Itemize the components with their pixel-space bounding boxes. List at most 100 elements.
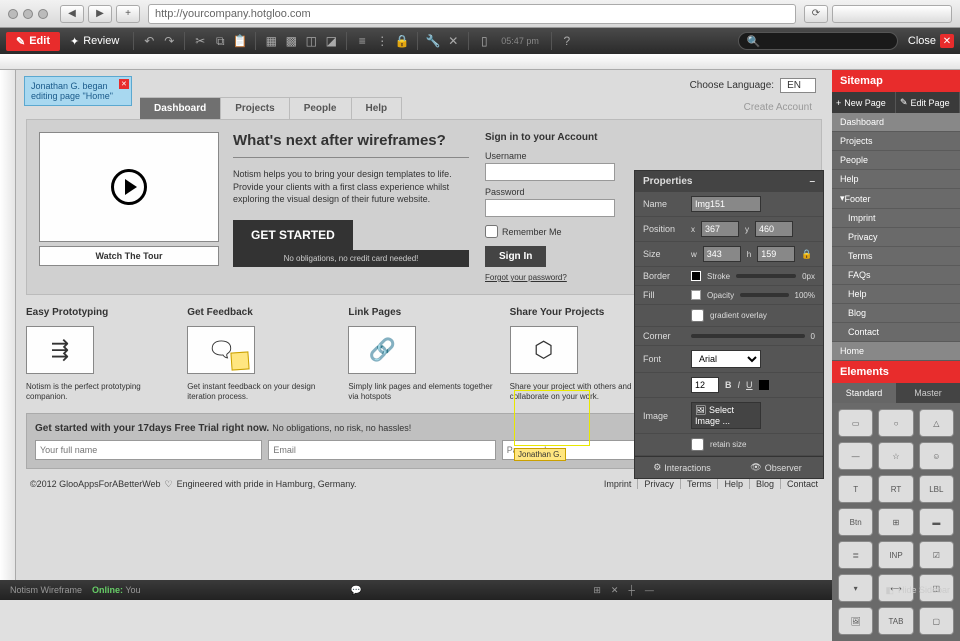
prop-h-input[interactable] — [757, 246, 795, 262]
footer-link[interactable]: Imprint — [598, 479, 632, 489]
trial-email-input[interactable] — [268, 440, 495, 460]
copy-icon[interactable]: ⧉ — [211, 32, 229, 50]
element-line[interactable]: — — [838, 442, 873, 470]
properties-panel[interactable]: Properties– Name Positionxy Sizewh🔒 Bord… — [634, 170, 824, 479]
toolbar-search[interactable]: 🔍 — [738, 32, 898, 50]
prop-x-input[interactable] — [701, 221, 739, 237]
zoom-window-icon[interactable] — [38, 9, 48, 19]
prop-name-input[interactable] — [691, 196, 761, 212]
tab-standard[interactable]: Standard — [832, 383, 896, 403]
element-checkbox[interactable]: ☑ — [919, 541, 954, 569]
properties-header[interactable]: Properties– — [635, 171, 823, 192]
wrench-icon[interactable]: 🔧 — [424, 32, 442, 50]
element-richtext[interactable]: RT — [878, 475, 913, 503]
minimize-icon[interactable]: – — [809, 176, 815, 187]
font-select[interactable]: Arial — [691, 350, 761, 368]
get-started-button[interactable]: GET STARTED — [233, 220, 353, 250]
password-input[interactable] — [485, 199, 615, 217]
redo-icon[interactable]: ↷ — [160, 32, 178, 50]
group-icon[interactable]: ◫ — [302, 32, 320, 50]
new-page-button[interactable]: + New Page — [832, 92, 896, 113]
align-icon[interactable]: ≡ — [353, 32, 371, 50]
sitemap-item[interactable]: Projects — [832, 132, 960, 151]
minimize-window-icon[interactable] — [23, 9, 33, 19]
element-table[interactable]: ⊞ — [878, 508, 913, 536]
undo-icon[interactable]: ↶ — [140, 32, 158, 50]
hide-sidebar-button[interactable]: ◧ Hide Sidebar — [885, 585, 950, 596]
add-tab-button[interactable]: + — [116, 5, 140, 23]
element-selection[interactable] — [514, 390, 590, 446]
element-circle[interactable]: ○ — [878, 409, 913, 437]
italic-icon[interactable]: I — [738, 380, 741, 390]
guides-icon[interactable]: ┼ — [628, 585, 634, 595]
sitemap-item[interactable]: Privacy — [832, 228, 960, 247]
watch-tour-button[interactable]: Watch The Tour — [39, 246, 219, 266]
element-star[interactable]: ☆ — [878, 442, 913, 470]
sitemap-item[interactable]: Contact — [832, 323, 960, 342]
sitemap-item[interactable]: Help — [832, 285, 960, 304]
sitemap-item[interactable]: Help — [832, 170, 960, 189]
element-tab[interactable]: TAB — [878, 607, 913, 635]
lock-icon[interactable]: 🔒 — [393, 32, 411, 50]
sitemap-item[interactable]: ▾ Footer — [832, 189, 960, 209]
element-list[interactable]: ≣ — [838, 541, 873, 569]
review-mode-button[interactable]: ✦ Review — [62, 32, 127, 51]
remember-checkbox[interactable] — [485, 225, 498, 238]
paste-icon[interactable]: 📋 — [231, 32, 249, 50]
sitemap-item[interactable]: Blog — [832, 304, 960, 323]
element-image[interactable]: 🖼 — [838, 607, 873, 635]
close-window-icon[interactable] — [8, 9, 18, 19]
browser-search[interactable] — [832, 5, 952, 23]
element-dropdown[interactable]: ▾ — [838, 574, 873, 602]
address-bar[interactable]: http://yourcompany.hotgloo.com — [148, 4, 796, 24]
layers-icon[interactable]: — — [645, 585, 654, 595]
create-account-link[interactable]: Create Account — [734, 97, 822, 119]
sitemap-item[interactable]: Imprint — [832, 209, 960, 228]
distribute-icon[interactable]: ⋮ — [373, 32, 391, 50]
help-icon[interactable]: ? — [558, 32, 576, 50]
language-select[interactable]: EN — [780, 78, 816, 93]
settings-icon[interactable]: ✕ — [444, 32, 462, 50]
tab-help[interactable]: Help — [352, 97, 403, 119]
sitemap-item[interactable]: Home — [832, 342, 960, 361]
sitemap-item[interactable]: Terms — [832, 247, 960, 266]
ungroup-icon[interactable]: ◪ — [322, 32, 340, 50]
snap-icon[interactable]: ✕ — [611, 585, 619, 596]
dismiss-notification-icon[interactable]: ✕ — [119, 79, 129, 89]
close-app-button[interactable]: Close✕ — [908, 34, 954, 48]
chat-icon[interactable]: 💬 — [351, 585, 362, 596]
retain-size-checkbox[interactable] — [691, 438, 704, 451]
bring-front-icon[interactable]: ▦ — [262, 32, 280, 50]
prop-w-input[interactable] — [703, 246, 741, 262]
edit-page-button[interactable]: ✎ Edit Page — [896, 92, 960, 113]
tab-people[interactable]: People — [290, 97, 352, 119]
select-image-button[interactable]: 🖼 Select Image ... — [691, 402, 761, 429]
element-panel[interactable]: ▢ — [919, 607, 954, 635]
gradient-checkbox[interactable] — [691, 309, 704, 322]
lock-aspect-icon[interactable]: 🔒 — [801, 249, 812, 260]
sticky-note[interactable] — [230, 351, 249, 370]
sitemap-item[interactable]: FAQs — [832, 266, 960, 285]
signin-button[interactable]: Sign In — [485, 246, 546, 267]
element-label[interactable]: LBL — [919, 475, 954, 503]
sitemap-item[interactable]: Dashboard — [832, 113, 960, 132]
tab-master[interactable]: Master — [896, 383, 960, 403]
footer-link[interactable]: Help — [717, 479, 743, 489]
element-smile[interactable]: ☺ — [919, 442, 954, 470]
sitemap-item[interactable]: People — [832, 151, 960, 170]
element-input[interactable]: INP — [878, 541, 913, 569]
trial-name-input[interactable] — [35, 440, 262, 460]
page-icon[interactable]: ▯ — [475, 32, 493, 50]
cut-icon[interactable]: ✂ — [191, 32, 209, 50]
prop-y-input[interactable] — [755, 221, 793, 237]
footer-link[interactable]: Terms — [680, 479, 712, 489]
element-button[interactable]: Btn — [838, 508, 873, 536]
element-progress[interactable]: ▬ — [919, 508, 954, 536]
edit-mode-button[interactable]: ✎ Edit — [6, 32, 60, 51]
footer-link[interactable]: Contact — [780, 479, 818, 489]
forgot-password-link[interactable]: Forgot your password? — [485, 273, 615, 282]
font-size-input[interactable] — [691, 377, 719, 393]
element-text[interactable]: T — [838, 475, 873, 503]
reload-button[interactable]: ⟳ — [804, 5, 828, 23]
back-button[interactable]: ◀ — [60, 5, 84, 23]
